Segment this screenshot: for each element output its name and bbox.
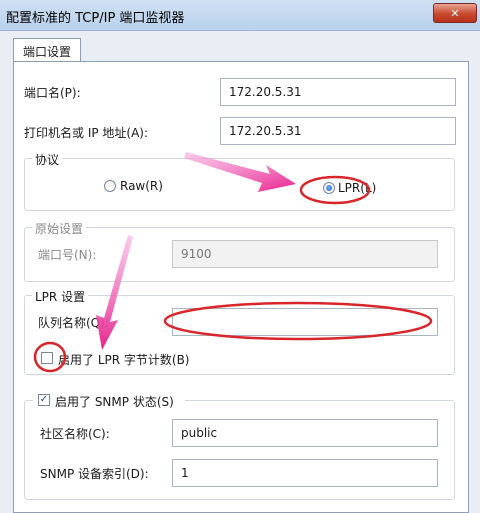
close-button[interactable]: ✕	[433, 3, 477, 23]
tab-port-settings[interactable]: 端口设置	[13, 38, 81, 63]
port-name-input[interactable]: 172.20.5.31	[220, 78, 456, 106]
window-title: 配置标准的 TCP/IP 端口监视器	[6, 11, 185, 26]
raw-settings-title: 原始设置	[32, 220, 87, 237]
port-number-value: 9100	[181, 247, 212, 261]
printer-address-input[interactable]: 172.20.5.31	[220, 117, 456, 145]
snmp-device-index-input[interactable]: 1	[172, 459, 438, 487]
close-icon: ✕	[450, 6, 460, 20]
lpr-settings-title: LPR 设置	[32, 288, 89, 305]
queue-name-input[interactable]	[172, 308, 438, 336]
raw-radio-label[interactable]: Raw(R)	[120, 179, 163, 193]
printer-address-value: 172.20.5.31	[229, 124, 302, 138]
queue-name-label: 队列名称(Q):	[38, 316, 109, 330]
checkmark-icon: ✓	[39, 394, 49, 405]
protocol-group	[24, 158, 455, 211]
protocol-group-title: 协议	[32, 151, 63, 168]
community-name-value: public	[181, 426, 218, 440]
port-number-input[interactable]: 9100	[172, 240, 438, 268]
lpr-byte-count-label[interactable]: 启用了 LPR 字节计数(B)	[58, 351, 190, 368]
lpr-radio-label[interactable]: LPR(L)	[338, 181, 376, 195]
snmp-checkbox[interactable]: ✓	[38, 394, 50, 406]
lpr-byte-count-checkbox[interactable]	[41, 352, 53, 364]
lpr-radio[interactable]	[323, 182, 335, 194]
snmp-device-index-value: 1	[181, 466, 189, 480]
radio-selected-dot	[326, 185, 332, 191]
community-name-input[interactable]: public	[172, 419, 438, 447]
raw-radio[interactable]	[104, 180, 116, 192]
printer-address-label: 打印机名或 IP 地址(A):	[24, 126, 149, 140]
title-bar: 配置标准的 TCP/IP 端口监视器 ✕	[0, 0, 480, 31]
snmp-checkbox-label[interactable]: 启用了 SNMP 状态(S)	[55, 393, 174, 410]
community-name-label: 社区名称(C):	[40, 427, 110, 441]
port-name-value: 172.20.5.31	[229, 85, 302, 99]
port-number-label: 端口号(N):	[38, 248, 97, 262]
snmp-device-index-label: SNMP 设备索引(D):	[40, 467, 149, 481]
tab-label: 端口设置	[22, 44, 71, 59]
port-name-label: 端口名(P):	[24, 86, 81, 100]
